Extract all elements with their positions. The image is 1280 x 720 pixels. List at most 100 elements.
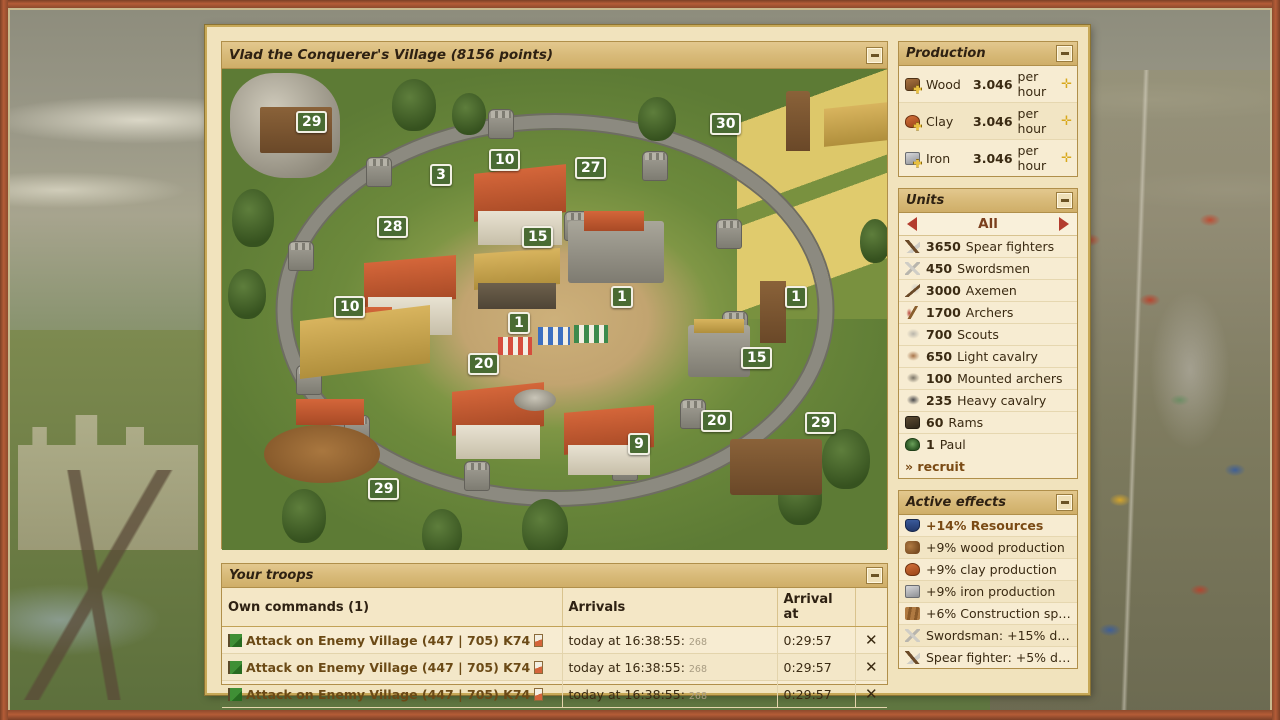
- add-resource-button[interactable]: ✛: [1061, 77, 1072, 92]
- column-actions: [855, 588, 887, 627]
- resource-name: Wood: [926, 76, 961, 92]
- unit-name: Rams: [948, 415, 984, 430]
- add-resource-button[interactable]: ✛: [1061, 114, 1072, 129]
- unit-name: Axemen: [965, 283, 1017, 298]
- unit-count: 3000: [926, 283, 961, 298]
- effect-text: +9% wood production: [926, 540, 1065, 555]
- effects-list: +14% Resources +9% wood production +9% cla…: [899, 515, 1077, 668]
- effect-text: Spear fighter: +5% defe...: [926, 650, 1072, 665]
- flag-icon: [228, 687, 242, 701]
- statue-building-top[interactable]: [694, 319, 744, 333]
- fountain-statue: [514, 389, 556, 411]
- resource-unit: per hour: [1017, 143, 1047, 173]
- village-minimize-button[interactable]: [866, 46, 883, 64]
- level-badge-market[interactable]: 15: [522, 226, 554, 248]
- level-badge-wall-gate[interactable]: 20: [701, 410, 733, 432]
- level-badge-smithy[interactable]: 20: [468, 353, 500, 375]
- production-header: Production: [899, 42, 1077, 66]
- table-row: Attack on Enemy Village (447 | 705) K74 t…: [222, 626, 887, 654]
- report-icon[interactable]: [534, 687, 544, 701]
- level-badge-building-1-center[interactable]: 1: [508, 312, 530, 334]
- scout-horse-icon: [904, 327, 921, 342]
- level-badge-watchtower-1[interactable]: 1: [785, 286, 807, 308]
- units-next-arrow-icon[interactable]: [1058, 217, 1069, 231]
- level-badge-headquarters[interactable]: 27: [575, 157, 607, 179]
- troops-title: Your troops: [229, 568, 314, 583]
- logs-icon: [904, 540, 921, 555]
- level-badge-building-10-north[interactable]: 10: [489, 149, 521, 171]
- iron-icon: [904, 584, 921, 599]
- cell-arrival: today at 16:38:55: 268: [562, 653, 778, 681]
- level-badge-statue-15[interactable]: 15: [741, 347, 773, 369]
- report-icon[interactable]: [534, 660, 544, 674]
- level-badge-farm[interactable]: 10: [334, 296, 366, 318]
- table-row: Attack on Enemy Village (447 | 705) K74 t…: [222, 653, 887, 681]
- heavy-horse-icon: [904, 393, 921, 408]
- wall-tower: [464, 461, 490, 491]
- bare-tree: [10, 470, 180, 700]
- market-stall-blue: [538, 327, 570, 345]
- tree: [638, 97, 676, 141]
- cancel-command-button[interactable]: ✕: [855, 680, 887, 708]
- level-badge-building-3[interactable]: 3: [430, 164, 452, 186]
- clay-pit-hut[interactable]: [296, 399, 364, 425]
- headquarters-roof[interactable]: [584, 211, 644, 231]
- cancel-command-button[interactable]: ✕: [855, 653, 887, 681]
- clay-pit[interactable]: [264, 425, 380, 483]
- wall-tower: [488, 109, 514, 139]
- effect-row: Spear fighter: +5% defe...: [899, 647, 1077, 668]
- cancel-command-button[interactable]: ✕: [855, 626, 887, 654]
- resource-value: 3.046: [973, 150, 1013, 166]
- smithy-wall[interactable]: [456, 425, 540, 459]
- report-icon[interactable]: [534, 633, 544, 647]
- level-badge-stable[interactable]: 9: [628, 433, 650, 455]
- units-minimize-button[interactable]: [1056, 192, 1073, 209]
- level-badge-timber-camp[interactable]: 29: [296, 111, 328, 133]
- effects-minimize-button[interactable]: [1056, 494, 1073, 511]
- units-filter-label[interactable]: All: [978, 216, 998, 232]
- tree: [232, 189, 274, 247]
- wall-tower: [716, 219, 742, 249]
- unit-count: 1: [926, 437, 935, 452]
- troops-table: Own commands (1) Arrivals Arrival at Att…: [222, 588, 887, 708]
- level-badge-clay-pit[interactable]: 29: [368, 478, 400, 500]
- production-minimize-button[interactable]: [1056, 45, 1073, 62]
- troops-header: Your troops: [222, 564, 887, 588]
- storage-warehouse[interactable]: [730, 439, 822, 495]
- unit-name: Mounted archers: [957, 371, 1063, 386]
- effect-text: +9% clay production: [926, 562, 1057, 577]
- unit-name: Archers: [965, 305, 1014, 320]
- level-badge-windmill[interactable]: 30: [710, 113, 742, 135]
- troops-minimize-button[interactable]: [866, 567, 883, 584]
- unit-count: 650: [926, 349, 953, 364]
- effects-title: Active effects: [906, 495, 1006, 510]
- mounted-archer-icon: [904, 371, 921, 386]
- watchtower[interactable]: [760, 281, 786, 343]
- cell-arrival: today at 16:38:55: 268: [562, 680, 778, 708]
- arrival-time: today at 16:38:55:: [568, 632, 685, 648]
- production-row: Wood 3.046 per hour ✛: [899, 66, 1077, 103]
- recruit-link[interactable]: » recruit: [899, 455, 1077, 478]
- unit-row: 3650 Spear fighters: [899, 236, 1077, 258]
- level-badge-building-1-east[interactable]: 1: [611, 286, 633, 308]
- command-link[interactable]: Attack on Enemy Village (447 | 705) K74: [246, 633, 530, 648]
- light-horse-icon: [904, 349, 921, 364]
- level-badge-storage[interactable]: 29: [805, 412, 837, 434]
- village-map[interactable]: 29 30 3 10 27 28 15 10 1 1 1 15 20 20 9 29 29: [222, 69, 887, 550]
- unit-row: 235 Heavy cavalry: [899, 390, 1077, 412]
- command-link[interactable]: Attack on Enemy Village (447 | 705) K74: [246, 687, 530, 702]
- spear-icon: [904, 650, 921, 665]
- market-wall[interactable]: [478, 283, 556, 309]
- command-link[interactable]: Attack on Enemy Village (447 | 705) K74: [246, 660, 530, 675]
- add-resource-button[interactable]: ✛: [1061, 151, 1072, 166]
- unit-row: 1 Paul: [899, 434, 1077, 455]
- level-badge-barracks[interactable]: 28: [377, 216, 409, 238]
- unit-count: 60: [926, 415, 944, 430]
- page-title: Vlad the Conquerer's Village (8156 point…: [229, 47, 554, 63]
- bow-icon: [904, 305, 921, 320]
- column-arrival-at: Arrival at: [777, 588, 856, 627]
- units-prev-arrow-icon[interactable]: [907, 217, 917, 231]
- effect-text: +14% Resources: [926, 518, 1044, 533]
- production-row: Iron 3.046 per hour ✛: [899, 140, 1077, 176]
- units-title: Units: [906, 193, 945, 208]
